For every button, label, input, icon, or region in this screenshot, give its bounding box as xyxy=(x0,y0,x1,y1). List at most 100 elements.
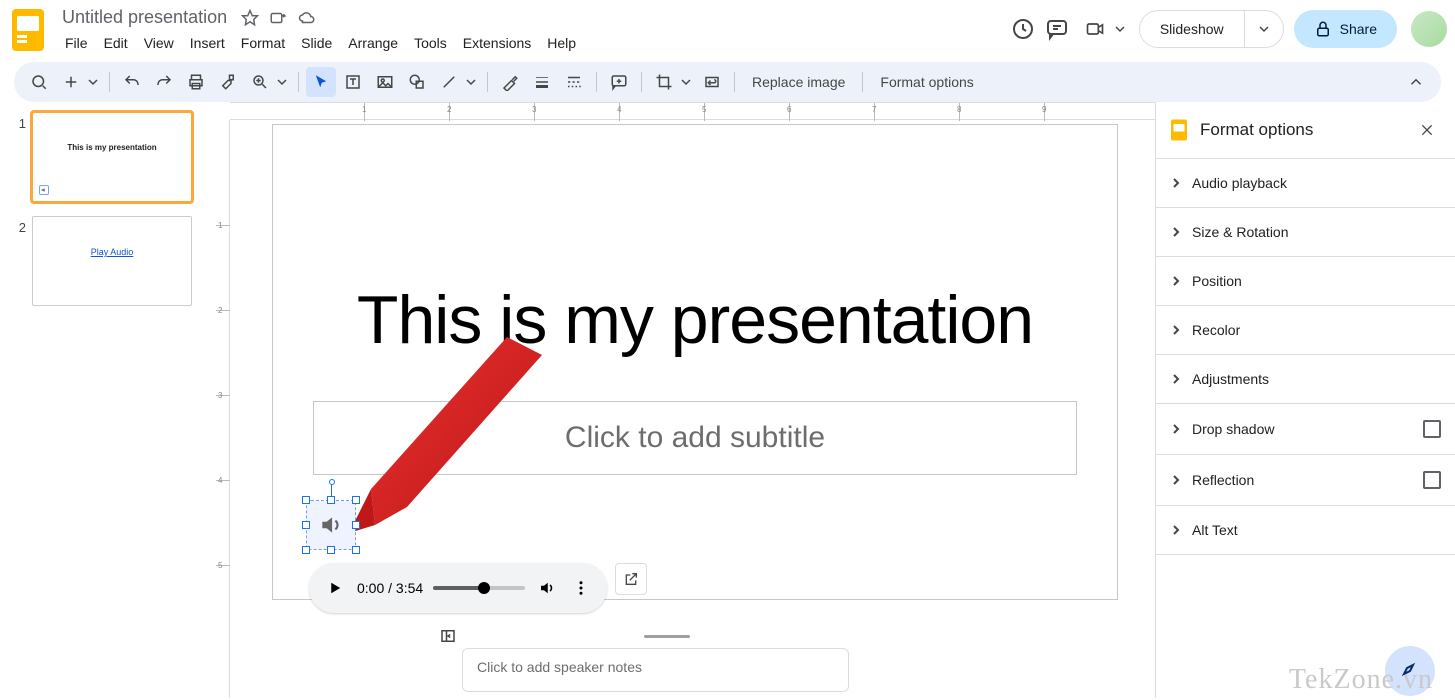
chevron-right-icon xyxy=(1170,524,1182,536)
collapse-filmstrip-icon[interactable] xyxy=(436,624,460,648)
menu-insert[interactable]: Insert xyxy=(183,31,232,55)
resize-handle[interactable] xyxy=(302,496,310,504)
text-box-icon[interactable] xyxy=(338,67,368,97)
move-icon[interactable] xyxy=(269,9,287,27)
insert-comment-icon[interactable] xyxy=(604,67,634,97)
format-options-panel: Format options Audio playbackSize & Rota… xyxy=(1155,102,1455,698)
subtitle-text: Click to add subtitle xyxy=(565,421,825,455)
undo-icon[interactable] xyxy=(117,67,147,97)
popout-icon[interactable] xyxy=(615,563,647,595)
slide-thumb-2[interactable]: Play Audio xyxy=(32,216,192,306)
slideshow-caret[interactable] xyxy=(1245,11,1283,47)
filmstrip: 1 This is my presentation 2 Play Audio xyxy=(0,102,216,698)
redo-icon[interactable] xyxy=(149,67,179,97)
play-icon[interactable] xyxy=(323,576,347,600)
border-weight-icon[interactable] xyxy=(527,67,557,97)
panel-section-size-rotation[interactable]: Size & Rotation xyxy=(1156,208,1455,257)
last-edit-icon[interactable] xyxy=(1011,17,1035,41)
doc-title[interactable]: Untitled presentation xyxy=(58,6,231,29)
insert-shape-icon[interactable] xyxy=(402,67,432,97)
paint-format-icon[interactable] xyxy=(213,67,243,97)
insert-image-icon[interactable] xyxy=(370,67,400,97)
resize-handle[interactable] xyxy=(352,521,360,529)
format-options-button[interactable]: Format options xyxy=(870,67,983,97)
chevron-right-icon xyxy=(1170,177,1182,189)
slide-thumb-1[interactable]: This is my presentation xyxy=(32,112,192,202)
player-time: 0:00 / 3:54 xyxy=(357,580,423,596)
hide-menus-icon[interactable] xyxy=(1401,67,1431,97)
zoom-icon[interactable] xyxy=(245,67,275,97)
panel-section-position[interactable]: Position xyxy=(1156,257,1455,306)
resize-handle[interactable] xyxy=(327,496,335,504)
menu-slide[interactable]: Slide xyxy=(294,31,339,55)
border-color-icon[interactable] xyxy=(495,67,525,97)
audio-object[interactable] xyxy=(307,501,355,549)
menu-help[interactable]: Help xyxy=(540,31,583,55)
thumb-title: This is my presentation xyxy=(33,143,191,152)
panel-section-drop-shadow[interactable]: Drop shadow xyxy=(1156,404,1455,455)
star-icon[interactable] xyxy=(241,9,259,27)
speaker-notes[interactable]: Click to add speaker notes xyxy=(462,648,849,692)
print-icon[interactable] xyxy=(181,67,211,97)
panel-section-audio-playback[interactable]: Audio playback xyxy=(1156,159,1455,208)
chevron-right-icon xyxy=(1170,373,1182,385)
resize-handle[interactable] xyxy=(302,546,310,554)
watermark: TekZone.vn xyxy=(1289,664,1433,696)
resize-handle[interactable] xyxy=(302,521,310,529)
player-seek[interactable] xyxy=(433,586,525,590)
thumb-link: Play Audio xyxy=(33,247,191,257)
border-dash-icon[interactable] xyxy=(559,67,589,97)
menu-extensions[interactable]: Extensions xyxy=(456,31,538,55)
chevron-right-icon xyxy=(1170,423,1182,435)
ruler-vertical: 1 2 3 4 5 xyxy=(216,120,230,698)
checkbox[interactable] xyxy=(1423,471,1441,489)
slide-canvas[interactable]: 1 2 3 4 5 6 7 8 9 1 2 3 4 5 This is my p… xyxy=(216,102,1155,698)
meet-present-button[interactable] xyxy=(1079,15,1129,43)
app-logo[interactable] xyxy=(8,6,48,54)
new-slide-icon[interactable] xyxy=(56,67,86,97)
panel-section-label: Reflection xyxy=(1192,472,1254,488)
checkbox[interactable] xyxy=(1423,420,1441,438)
reset-image-icon[interactable] xyxy=(697,67,727,97)
more-options-icon[interactable] xyxy=(569,576,593,600)
crop-caret[interactable] xyxy=(681,67,695,97)
panel-section-adjustments[interactable]: Adjustments xyxy=(1156,355,1455,404)
slide-surface[interactable]: This is my presentation Click to add sub… xyxy=(272,124,1118,600)
menu-file[interactable]: File xyxy=(58,31,95,55)
panel-title: Format options xyxy=(1200,120,1313,140)
panel-section-label: Drop shadow xyxy=(1192,421,1275,437)
resize-handle[interactable] xyxy=(327,546,335,554)
panel-section-label: Alt Text xyxy=(1192,522,1238,538)
menu-arrange[interactable]: Arrange xyxy=(341,31,405,55)
select-tool-icon[interactable] xyxy=(306,67,336,97)
new-slide-caret[interactable] xyxy=(88,67,102,97)
share-button[interactable]: Share xyxy=(1294,10,1397,48)
search-menus-icon[interactable] xyxy=(24,67,54,97)
resize-handle[interactable] xyxy=(352,496,360,504)
panel-section-recolor[interactable]: Recolor xyxy=(1156,306,1455,355)
slide-title[interactable]: This is my presentation xyxy=(273,281,1117,359)
replace-image-button[interactable]: Replace image xyxy=(742,67,855,97)
toolbar: Replace image Format options xyxy=(14,62,1441,102)
comments-icon[interactable] xyxy=(1045,17,1069,41)
resize-handle[interactable] xyxy=(352,546,360,554)
cloud-status-icon[interactable] xyxy=(297,9,317,27)
zoom-caret[interactable] xyxy=(277,67,291,97)
insert-line-caret[interactable] xyxy=(466,67,480,97)
crop-image-icon[interactable] xyxy=(649,67,679,97)
subtitle-placeholder[interactable]: Click to add subtitle xyxy=(313,401,1077,475)
panel-section-alt-text[interactable]: Alt Text xyxy=(1156,506,1455,555)
panel-section-reflection[interactable]: Reflection xyxy=(1156,455,1455,506)
close-icon[interactable] xyxy=(1413,116,1441,144)
rotate-handle[interactable] xyxy=(329,479,335,485)
menu-edit[interactable]: Edit xyxy=(97,31,135,55)
mute-icon[interactable] xyxy=(535,576,559,600)
slide-index: 2 xyxy=(14,216,26,306)
slide-resize-handle[interactable] xyxy=(644,635,690,638)
avatar[interactable] xyxy=(1411,11,1447,47)
menu-format[interactable]: Format xyxy=(234,31,292,55)
menu-tools[interactable]: Tools xyxy=(407,31,454,55)
insert-line-icon[interactable] xyxy=(434,67,464,97)
menu-view[interactable]: View xyxy=(137,31,181,55)
slideshow-button[interactable]: Slideshow xyxy=(1139,10,1284,48)
